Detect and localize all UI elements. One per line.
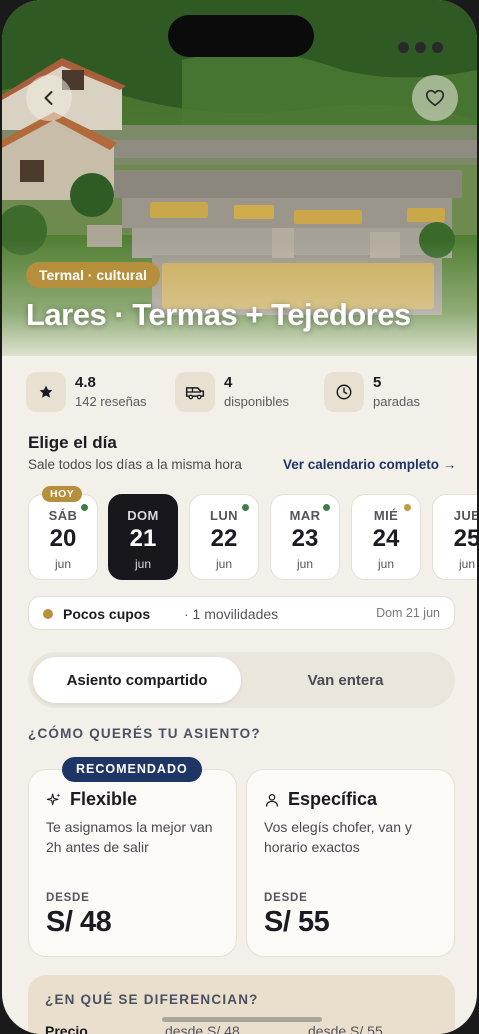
heart-icon [425,89,445,107]
day-number: 20 [49,525,77,552]
difference-section: ¿EN QUÉ SE DIFERENCIAN? Precio desde S/ … [28,975,455,1034]
day-card-24[interactable]: MIÉ 24 jun [351,494,421,580]
today-badge: HOY [42,486,83,502]
page-title: Lares · Termas + Tejedores [26,297,411,332]
status-dots [398,42,443,53]
day-month: jun [54,557,71,571]
day-card-25[interactable]: JUE 25 jun [432,494,477,580]
phone-screen: Termal · cultural Lares · Termas + Tejed… [2,0,477,1034]
difference-heading: ¿EN QUÉ SE DIFERENCIAN? [45,992,259,1007]
stat-value: 4 [224,374,233,391]
day-weekday: MIÉ [373,508,399,523]
full-calendar-link[interactable]: Ver calendario completo → [283,457,456,472]
day-card-22[interactable]: LUN 22 jun [189,494,259,580]
comparison-specific-value: desde S/ 55 [308,1023,383,1034]
segment-whole-van[interactable]: Van entera [241,657,450,703]
seat-option-price: S/ 55 [264,906,330,938]
day-weekday: MAR [289,508,321,523]
day-number: 23 [291,525,319,552]
clock-icon [324,372,364,412]
comparison-row-label: Precio [45,1023,88,1034]
price-prefix: DESDE [264,892,308,904]
sparkle-icon [46,793,61,806]
stat-value: 4.8 [75,374,96,391]
section-subtitle-day: Sale todos los días a la misma hora [28,457,242,472]
dynamic-island [168,15,314,57]
booking-type-toggle: Asiento compartido Van entera [28,652,455,708]
back-button[interactable] [26,75,72,121]
van-icon [175,372,215,412]
day-weekday: DOM [127,508,159,523]
seat-option-name: Flexible [70,789,138,809]
day-month: jun [296,557,313,571]
day-weekday: SÁB [48,508,78,523]
day-carousel[interactable]: SÁB 20 jun DOM 21 jun LUN 22 jun MAR 23 … [28,494,477,580]
favorite-button[interactable] [412,75,458,121]
day-month: jun [134,557,151,571]
day-month: jun [377,557,394,571]
day-number: 21 [129,525,157,552]
person-icon [266,794,278,807]
day-number: 22 [210,525,238,552]
seat-option-price: S/ 48 [46,906,112,938]
availability-detail: · 1 movilidades [184,606,279,622]
recommended-badge: RECOMENDADO [62,757,202,782]
chevron-left-icon [44,91,53,105]
section-title-day: Elige el día [28,433,117,452]
seat-option-flexible[interactable]: Flexible Te asignamos la mejor van 2h an… [28,769,237,957]
availability-status: Pocos cupos [63,606,151,622]
stat-label: paradas [373,394,420,409]
availability-bar: Pocos cupos · 1 movilidades Dom 21 jun [28,596,455,630]
stat-label: 142 reseñas [75,394,147,409]
stats-row: 4.8 142 reseñas 4 disponibles 5 paradas [26,372,454,412]
day-number: 25 [453,525,477,552]
category-chip: Termal · cultural [26,262,160,288]
seat-option-name: Específica [288,789,378,809]
day-number: 24 [372,525,400,552]
seat-option-description: Vos elegís chofer, van y horario exactos [264,819,412,855]
day-weekday: JUE [453,508,477,523]
day-card-20[interactable]: SÁB 20 jun [28,494,98,580]
day-card-23[interactable]: MAR 23 jun [270,494,340,580]
stat-label: disponibles [224,394,290,409]
hero-image: Termal · cultural Lares · Termas + Tejed… [2,0,477,356]
price-prefix: DESDE [46,892,90,904]
day-month: jun [458,557,475,571]
day-month: jun [215,557,232,571]
seat-option-description: Te asignamos la mejor van 2h antes de sa… [46,819,213,855]
star-icon [26,372,66,412]
stat-value: 5 [373,374,382,391]
home-indicator[interactable] [162,1017,322,1022]
day-card-21-selected[interactable]: DOM 21 jun [108,494,178,580]
availability-status-dot [43,609,53,619]
seat-question-heading: ¿CÓMO QUERÉS TU ASIENTO? [28,726,261,741]
comparison-flexible-value: desde S/ 48 [165,1023,240,1034]
day-weekday: LUN [210,508,238,523]
segment-shared-seat[interactable]: Asiento compartido [33,657,241,703]
availability-date: Dom 21 jun [376,606,440,620]
seat-option-specific[interactable]: Específica Vos elegís chofer, van y hora… [246,769,455,957]
